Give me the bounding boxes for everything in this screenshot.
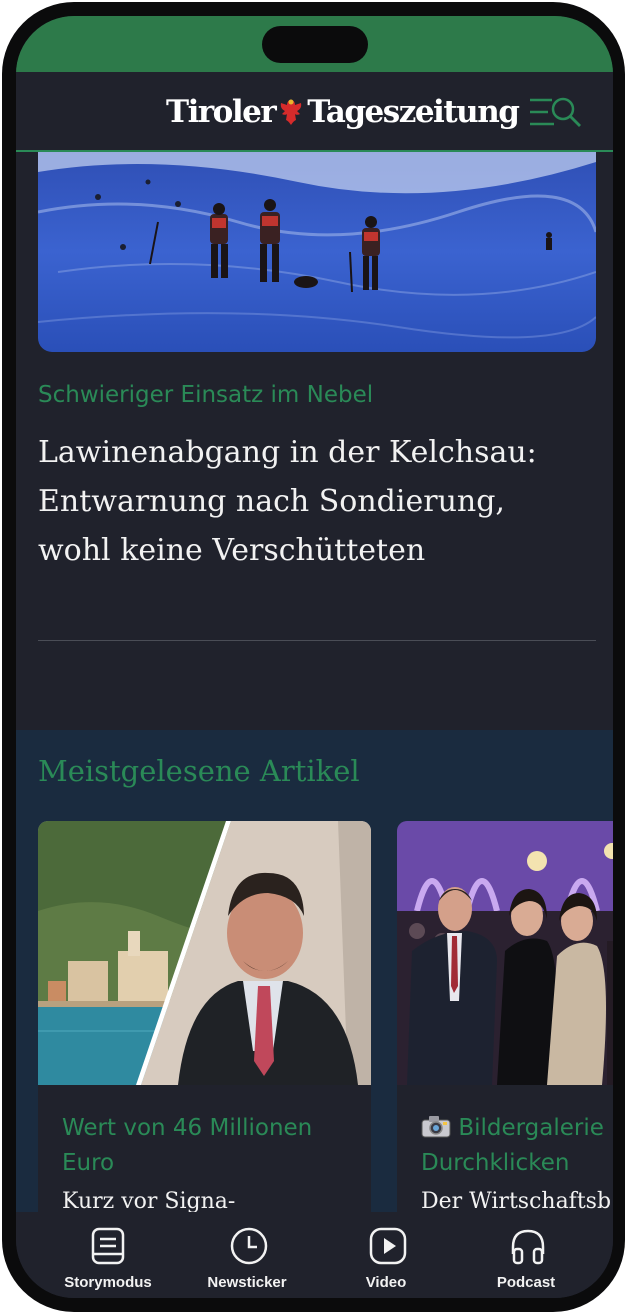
dynamic-island [262, 26, 368, 63]
gala-people-photo [397, 821, 613, 1085]
card-kicker: Wert von 46 Millionen Euro [62, 1115, 313, 1176]
card-title: Kurz vor Signa- [62, 1189, 236, 1212]
article-card[interactable]: Wert von 46 Millionen Euro Kurz vor Sign… [38, 821, 371, 1212]
nav-label: Storymodus [64, 1274, 152, 1291]
card-image [397, 821, 613, 1085]
section-title: Meistgelesene Artikel [38, 754, 360, 788]
hero-headline[interactable]: Lawinenabgang in der Kelchsau: Entwarnun… [38, 428, 578, 575]
headphones-icon [511, 1229, 545, 1265]
nav-item-podcast[interactable]: Podcast [466, 1212, 586, 1298]
main-content: Schwieriger Einsatz im Nebel Lawinenabga… [16, 152, 613, 1212]
nav-item-storymodus[interactable]: Storymodus [48, 1212, 168, 1298]
card-title: Der Wirtschaftsb [421, 1189, 612, 1212]
tyrol-eagle-icon [277, 96, 305, 128]
phone-frame: Tiroler Tageszeitung Schwieriger Einsatz… [2, 2, 625, 1312]
avalanche-rescue-photo [38, 152, 596, 352]
logo-text-left: Tiroler [166, 94, 277, 130]
menu-search-button[interactable] [528, 94, 584, 132]
clock-icon [230, 1227, 268, 1265]
nav-label: Podcast [496, 1274, 556, 1291]
hero-image[interactable] [38, 152, 596, 352]
screen: Tiroler Tageszeitung Schwieriger Einsatz… [16, 16, 613, 1298]
most-read-section: Meistgelesene Artikel Wert von 46 Millio… [16, 730, 613, 1212]
hero-kicker: Schwieriger Einsatz im Nebel [38, 382, 374, 408]
bottom-nav: Storymodus Newsticker Video Podcast [16, 1212, 613, 1298]
nav-label: Video [365, 1274, 407, 1291]
card-kicker: Bildergalerie Durchklicken [421, 1111, 613, 1181]
lake-town-and-man-photo [38, 821, 371, 1085]
storymode-icon [91, 1227, 125, 1265]
side-button-lower [617, 502, 625, 620]
play-icon [369, 1227, 407, 1265]
card-image [38, 821, 371, 1085]
status-bar [16, 16, 613, 72]
divider [38, 640, 596, 641]
menu-search-icon [530, 97, 581, 127]
article-card[interactable]: Bildergalerie Durchklicken Der Wirtschaf… [397, 821, 613, 1212]
camera-icon [421, 1115, 458, 1141]
logo-text-right: Tageszeitung [307, 94, 520, 130]
nav-label: Newsticker [207, 1274, 287, 1291]
side-button-upper [617, 242, 625, 464]
top-bar: Tiroler Tageszeitung [16, 72, 613, 152]
nav-item-newsticker[interactable]: Newsticker [187, 1212, 307, 1298]
nav-item-video[interactable]: Video [326, 1212, 446, 1298]
brand-logo[interactable]: Tiroler Tageszeitung [166, 90, 520, 134]
